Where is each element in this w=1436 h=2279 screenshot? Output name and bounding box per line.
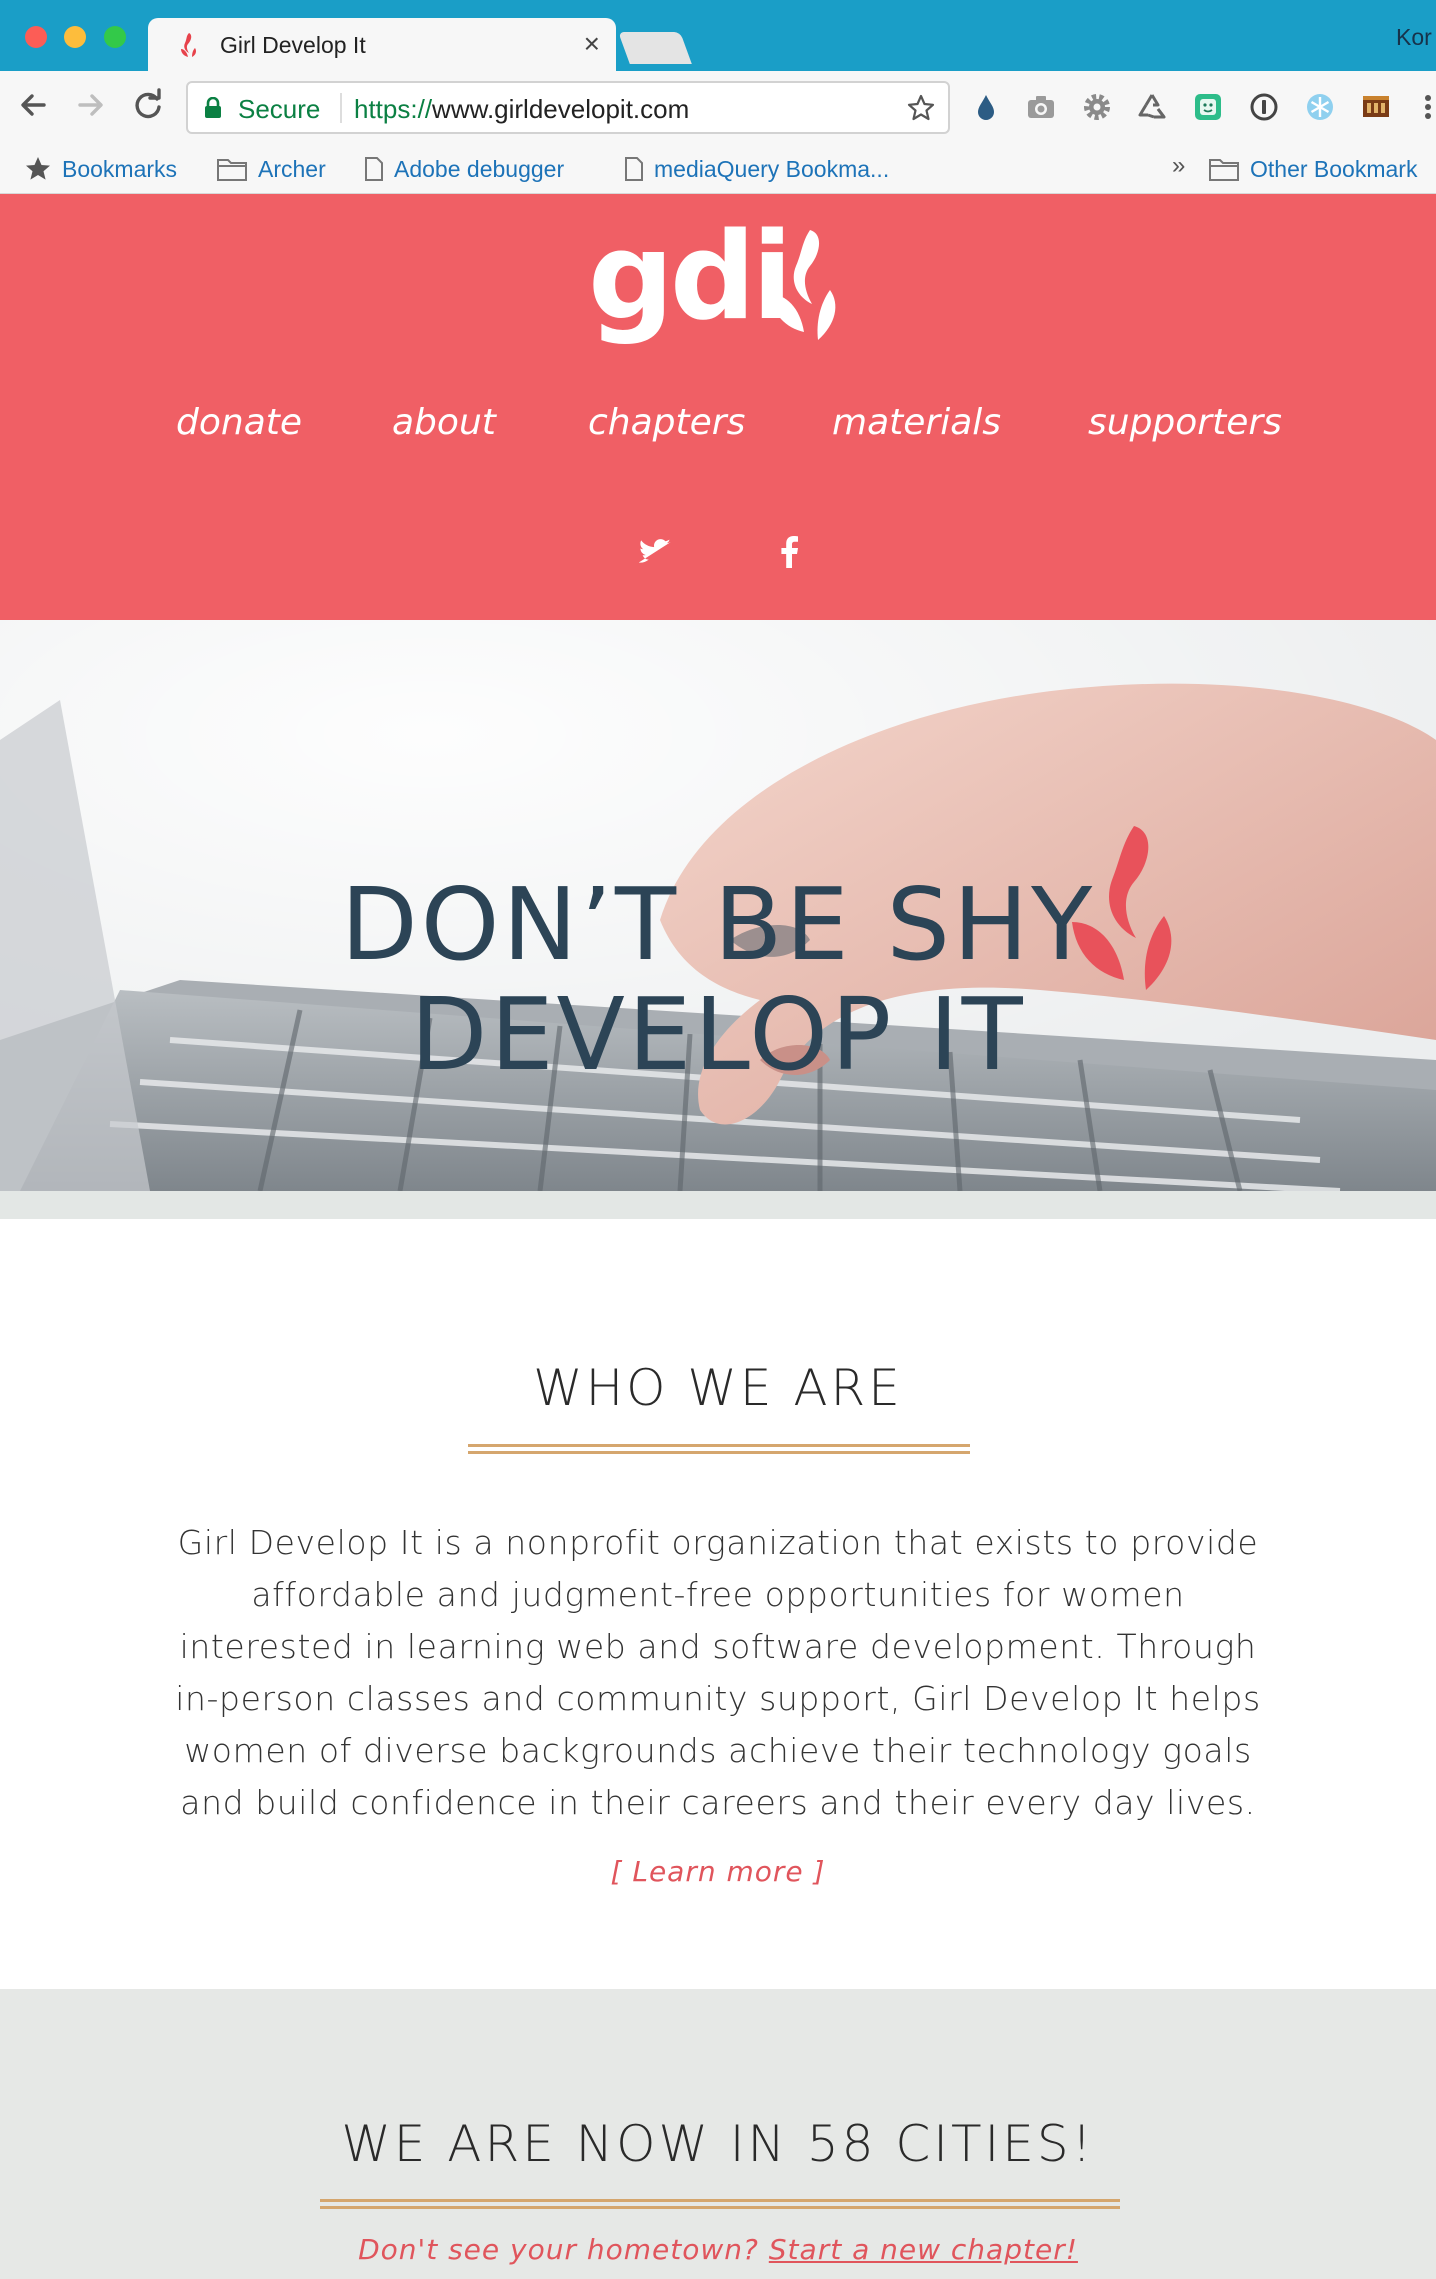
main-nav: donate about chapters materials supporte… — [0, 402, 1436, 462]
bookmark-other-bookmarks[interactable]: Other Bookmark — [1208, 152, 1417, 186]
cities-section: WE ARE NOW IN 58 CITIES! Don't see your … — [0, 1989, 1436, 2279]
hero-divider — [0, 1191, 1436, 1219]
bookmark-label: mediaQuery Bookma... — [654, 155, 890, 182]
hero-line-1: DON’T BE SHY — [340, 866, 1096, 983]
face-icon[interactable] — [1192, 91, 1224, 123]
url-text[interactable]: https://www.girldevelopit.com — [354, 94, 689, 125]
gdi-favicon-icon — [181, 33, 196, 57]
site-header: gdi donate about chapters materials supp… — [0, 194, 1436, 620]
lock-icon — [205, 97, 221, 118]
tab-close-icon[interactable]: × — [584, 28, 600, 60]
address-bar-divider — [340, 93, 342, 123]
menu-icon[interactable] — [1420, 91, 1436, 123]
bookmarks-bar: Bookmarks Archer Adobe debugger mediaQue… — [0, 144, 1436, 194]
hero-headline: DON’T BE SHY DEVELOP IT — [0, 870, 1436, 1090]
learn-more-link[interactable]: [ Learn more ] — [0, 1855, 1436, 1888]
url-host: www.girldevelopit.com — [432, 94, 690, 124]
browser-titlebar: Girl Develop It × Kor — [0, 0, 1436, 72]
folder-icon — [1209, 159, 1239, 181]
nav-donate[interactable]: donate — [176, 402, 302, 443]
heading-rule — [320, 2199, 1120, 2209]
browser-toolbar: Secure https://www.girldevelopit.com — [0, 71, 1436, 144]
secure-label: Secure — [238, 94, 321, 124]
start-chapter-link[interactable]: Start a new chapter! — [769, 2233, 1078, 2266]
reload-icon[interactable] — [128, 85, 168, 125]
cities-heading: WE ARE NOW IN 58 CITIES! — [341, 2115, 1095, 2173]
profile-name[interactable]: Kor — [1396, 24, 1432, 51]
who-we-are-body: Girl Develop It is a nonprofit organizat… — [175, 1523, 1261, 1822]
address-bar[interactable]: Secure https://www.girldevelopit.com — [186, 81, 950, 134]
nav-about[interactable]: about — [392, 402, 496, 443]
bookmark-star-icon[interactable] — [906, 93, 936, 123]
bookmark-label: Bookmarks — [62, 155, 178, 182]
folder-icon — [217, 159, 247, 181]
twitter-icon[interactable] — [636, 532, 676, 572]
cities-subtext: Don't see your hometown? Start a new cha… — [0, 2233, 1436, 2266]
page-icon — [365, 157, 383, 181]
minimize-window-button[interactable] — [64, 26, 86, 48]
who-we-are-section: WHO WE ARE Girl Develop It is a nonprofi… — [0, 1219, 1436, 1989]
bookmarks-overflow-icon[interactable]: » — [1172, 152, 1185, 180]
back-arrow-icon[interactable] — [14, 85, 54, 125]
nav-supporters[interactable]: supporters — [1088, 402, 1282, 443]
info-icon[interactable] — [1248, 91, 1280, 123]
tab-title: Girl Develop It — [220, 32, 366, 58]
logo-text: gdi — [588, 208, 793, 347]
page-icon — [625, 157, 643, 181]
hero-banner: DON’T BE SHY DEVELOP IT — [0, 620, 1436, 1191]
bookmark-adobe-debugger[interactable]: Adobe debugger — [364, 152, 564, 186]
close-window-button[interactable] — [25, 26, 47, 48]
cities-prompt: Don't see your hometown? — [358, 2233, 759, 2266]
film-icon[interactable] — [1360, 91, 1392, 123]
facebook-icon[interactable] — [770, 532, 810, 572]
bookmark-label: Adobe debugger — [394, 155, 565, 182]
bookmark-bookmarks[interactable]: Bookmarks — [24, 152, 177, 186]
drop-icon[interactable] — [970, 91, 1002, 123]
bookmark-label: Other Bookmark — [1250, 155, 1418, 182]
hero-line-2: DEVELOP IT — [410, 976, 1026, 1093]
browser-tab-active[interactable]: Girl Develop It × — [148, 18, 616, 72]
nav-materials[interactable]: materials — [832, 402, 1001, 443]
bookmark-archer[interactable]: Archer — [216, 152, 326, 186]
nav-chapters[interactable]: chapters — [588, 402, 745, 443]
star-icon — [26, 157, 50, 180]
forward-arrow-icon[interactable] — [70, 85, 110, 125]
camera-icon[interactable] — [1025, 91, 1057, 123]
heading-rule — [468, 1444, 970, 1454]
snowflake-icon[interactable] — [1304, 91, 1336, 123]
bookmark-label: Archer — [258, 155, 326, 182]
new-tab-button[interactable] — [618, 32, 692, 64]
who-we-are-heading: WHO WE ARE — [533, 1359, 903, 1417]
url-protocol: https:// — [354, 94, 433, 124]
bookmark-mediaquery[interactable]: mediaQuery Bookma... — [624, 152, 889, 186]
zoom-window-button[interactable] — [104, 26, 126, 48]
gdi-splash-icon — [770, 230, 836, 340]
recycle-icon[interactable] — [1136, 91, 1168, 123]
gdi-splash-icon — [1072, 826, 1172, 990]
gear-icon[interactable] — [1081, 91, 1113, 123]
gdi-logo[interactable]: gdi — [588, 218, 858, 364]
